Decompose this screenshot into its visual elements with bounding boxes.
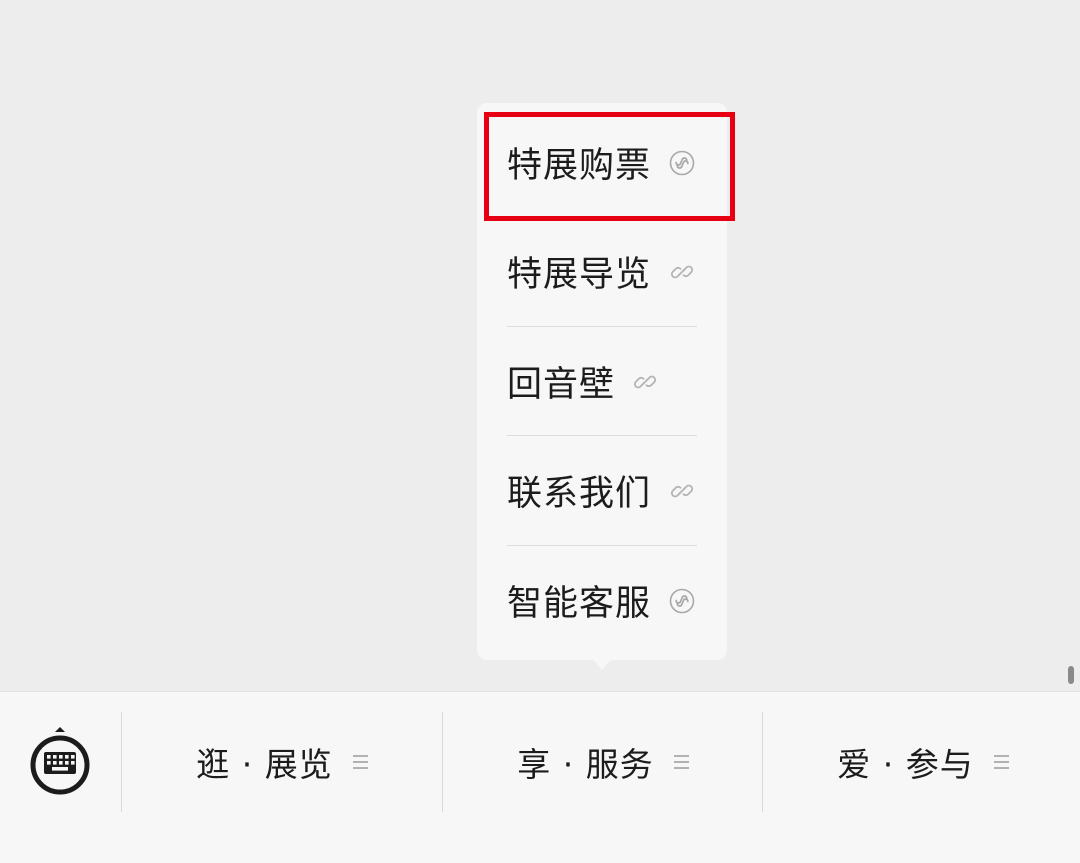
menu-item-label: 回音壁: [507, 365, 616, 405]
menu-item-special-exhibition-guide[interactable]: 特展导览: [477, 217, 727, 326]
menu-item-echo-wall[interactable]: 回音壁: [477, 327, 727, 436]
menu-lines-icon: [993, 755, 1009, 769]
keyboard-toggle-button[interactable]: [22, 724, 98, 800]
tab-browse-exhibitions[interactable]: 逛 · 展览: [122, 712, 442, 812]
tab-enjoy-services[interactable]: 享 · 服务: [443, 712, 763, 812]
menu-item-label: 智能客服: [507, 584, 652, 624]
keyboard-toggle-icon: [30, 727, 90, 795]
menu-item-smart-customer-service[interactable]: 智能客服: [477, 546, 727, 655]
link-icon: [669, 478, 695, 504]
link-icon: [632, 369, 658, 395]
tab-label: 逛 · 展览: [196, 745, 333, 784]
mini-program-icon: [669, 150, 695, 176]
submenu-pointer-arrow: [590, 656, 614, 670]
tab-love-participate[interactable]: 爱 · 参与: [763, 712, 1080, 812]
tab-label: 享 · 服务: [517, 745, 654, 784]
menu-item-special-exhibition-tickets[interactable]: 特展购票: [477, 108, 727, 217]
tab-label: 爱 · 参与: [837, 745, 974, 784]
mini-program-icon: [669, 588, 695, 614]
menu-lines-icon: [352, 755, 368, 769]
menu-item-label: 特展购票: [507, 146, 652, 186]
menu-item-label: 联系我们: [507, 474, 652, 514]
menu-lines-icon: [673, 755, 689, 769]
link-icon: [669, 259, 695, 285]
menu-item-contact-us[interactable]: 联系我们: [477, 436, 727, 545]
scrollbar-thumb[interactable]: [1068, 666, 1074, 684]
menu-item-label: 特展导览: [507, 255, 652, 295]
